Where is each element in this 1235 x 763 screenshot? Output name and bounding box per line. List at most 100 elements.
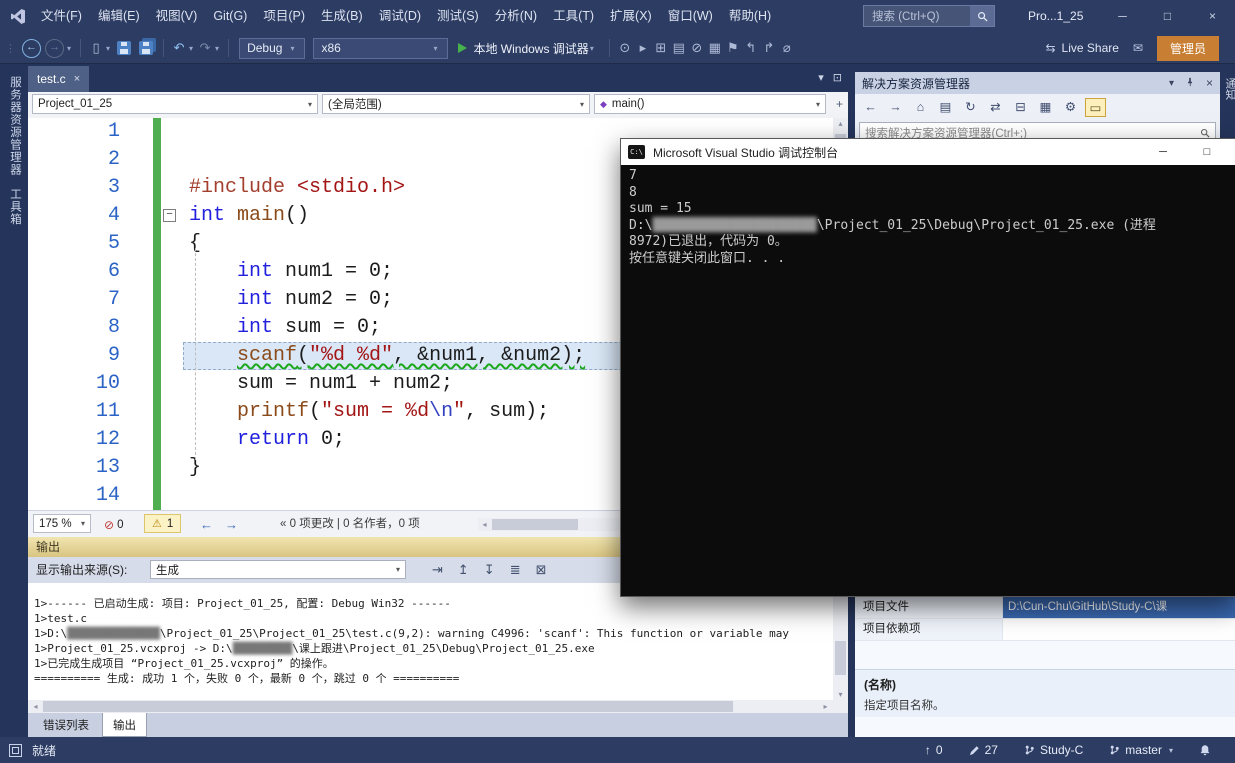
output-source-dropdown[interactable]: 生成 ▾	[150, 560, 406, 579]
breakpoint-margin[interactable]	[120, 398, 153, 426]
breakpoint-margin[interactable]	[120, 454, 153, 482]
breakpoint-margin[interactable]	[120, 230, 153, 258]
line-number[interactable]: 8	[28, 314, 120, 342]
scrollbar-thumb[interactable]	[492, 519, 578, 530]
save-all-icon[interactable]	[139, 41, 153, 55]
refresh-icon[interactable]: ↻	[960, 98, 981, 117]
scroll-down-icon[interactable]: ▾	[833, 690, 848, 699]
breakpoint-margin[interactable]	[120, 202, 153, 230]
menu-item[interactable]: 扩展(X)	[602, 0, 660, 33]
undo-icon[interactable]: ↶	[170, 40, 188, 56]
navigate-back-icon[interactable]: ←	[860, 98, 881, 117]
menu-item[interactable]: 文件(F)	[33, 0, 90, 33]
error-indicator[interactable]: ⊘ 0	[104, 511, 123, 538]
show-all-files-icon[interactable]: ▦	[1035, 98, 1056, 117]
split-editor-icon[interactable]: +	[836, 97, 843, 111]
line-number[interactable]: 11	[28, 398, 120, 426]
scrollbar-thumb[interactable]	[835, 641, 846, 675]
property-row[interactable]: 项目依赖项	[855, 619, 1235, 641]
next-issue-icon[interactable]: →	[225, 517, 238, 532]
line-number[interactable]: 5	[28, 230, 120, 258]
error-list-icon[interactable]: ⊘	[688, 40, 706, 56]
save-icon[interactable]	[117, 41, 131, 55]
pending-push-indicator[interactable]: ↑ 0	[925, 743, 943, 757]
collapse-icon[interactable]: −	[163, 209, 176, 222]
menu-item[interactable]: 项目(P)	[255, 0, 313, 33]
maximize-icon[interactable]: □	[1145, 0, 1190, 33]
toolbar-grip-icon[interactable]: ⋮	[5, 42, 16, 55]
line-number[interactable]: 13	[28, 454, 120, 482]
line-number[interactable]: 12	[28, 426, 120, 454]
breakpoint-margin[interactable]	[120, 286, 153, 314]
line-number[interactable]: 3	[28, 174, 120, 202]
zoom-dropdown[interactable]: 175 % ▾	[33, 514, 91, 533]
line-number[interactable]: 10	[28, 370, 120, 398]
pending-edits-indicator[interactable]: 27	[969, 743, 998, 757]
prev-issue-icon[interactable]: ←	[200, 517, 213, 532]
breakpoint-margin[interactable]	[120, 370, 153, 398]
panel-tab-error-list[interactable]: 错误列表	[33, 713, 99, 737]
panel-tab-output[interactable]: 输出	[102, 713, 147, 737]
output-text[interactable]: 1>------ 已启动生成: 项目: Project_01_25, 配置: D…	[28, 583, 833, 700]
prev-message-icon[interactable]: ↥	[458, 562, 469, 578]
repository-indicator[interactable]: Study-C	[1024, 743, 1083, 757]
admin-badge[interactable]: 管理员	[1157, 36, 1219, 61]
output-horizontal-scrollbar[interactable]: ◂ ▸	[28, 700, 848, 713]
sidebar-tab-toolbox[interactable]: 工具箱	[7, 188, 23, 226]
properties-icon[interactable]: ⚙	[1060, 98, 1081, 117]
project-dropdown[interactable]: Project_01_25 ▾	[32, 94, 318, 114]
menu-item[interactable]: 窗口(W)	[660, 0, 721, 33]
member-dropdown[interactable]: ◆ main() ▾	[594, 94, 826, 114]
branch-indicator[interactable]: master ▾	[1109, 743, 1173, 757]
breakpoint-margin[interactable]	[120, 118, 153, 146]
prev-bookmark-icon[interactable]: ↰	[742, 40, 760, 56]
line-number[interactable]: 14	[28, 482, 120, 510]
next-message-icon[interactable]: ↧	[484, 562, 495, 578]
auto-hide-tab-notifications[interactable]: 通知	[1222, 78, 1235, 100]
line-number[interactable]: 1	[28, 118, 120, 146]
navigation-dropdown-icon[interactable]: ▾	[67, 44, 71, 53]
scope-dropdown[interactable]: (全局范围) ▾	[322, 94, 590, 114]
scroll-right-icon[interactable]: ▸	[819, 700, 832, 713]
menu-item[interactable]: 生成(B)	[313, 0, 371, 33]
float-window-icon[interactable]: ⊡	[833, 71, 842, 84]
navigate-forward-icon[interactable]: →	[45, 39, 64, 58]
close-icon[interactable]: ×	[1190, 0, 1235, 33]
solution-explorer-header[interactable]: 解决方案资源管理器 ▾ ×	[855, 72, 1220, 94]
line-number[interactable]: 6	[28, 258, 120, 286]
minimize-icon[interactable]: ─	[1100, 0, 1145, 33]
redo-icon[interactable]: ↷	[196, 40, 214, 56]
notifications-bell[interactable]	[1199, 744, 1211, 757]
close-icon[interactable]: ×	[1206, 76, 1213, 90]
output-window-icon[interactable]: ▦	[706, 40, 724, 56]
menu-item[interactable]: 测试(S)	[429, 0, 487, 33]
pending-changes-filter-icon[interactable]: ▤	[935, 98, 956, 117]
breakpoint-margin[interactable]	[120, 426, 153, 454]
console-minimize-icon[interactable]: ─	[1141, 139, 1185, 165]
breakpoint-margin[interactable]	[120, 482, 153, 510]
navigate-forward-icon[interactable]: →	[885, 98, 906, 117]
sidebar-tab-server-explorer[interactable]: 服务器资源管理器	[7, 76, 23, 176]
menu-item[interactable]: 编辑(E)	[90, 0, 148, 33]
output-vertical-scrollbar[interactable]: ▴ ▾	[833, 583, 848, 700]
codelens-summary[interactable]: « 0 项更改 | 0 名作者，0 项	[280, 511, 420, 538]
breakpoint-margin[interactable]	[120, 342, 153, 370]
word-wrap-icon[interactable]: ≣	[510, 562, 521, 578]
preview-selected-icon[interactable]: ▭	[1085, 98, 1106, 117]
breakpoint-margin[interactable]	[120, 174, 153, 202]
menu-item[interactable]: 帮助(H)	[721, 0, 779, 33]
pin-icon[interactable]	[1185, 77, 1195, 90]
property-value[interactable]	[1003, 619, 1235, 640]
property-row[interactable]: 项目文件D:\Cun-Chu\GitHub\Study-C\课	[855, 597, 1235, 619]
console-output[interactable]: 78sum = 15D:\█████████████████████\Proje…	[621, 165, 1235, 596]
scroll-left-icon[interactable]: ◂	[478, 518, 491, 531]
breakpoint-margin[interactable]	[120, 146, 153, 174]
clear-all-icon[interactable]: ⊠	[536, 562, 547, 578]
tab-close-icon[interactable]: ×	[74, 73, 80, 85]
scroll-up-icon[interactable]: ▴	[833, 119, 848, 128]
bookmark-icon[interactable]: ⚑	[724, 40, 742, 56]
navigate-backward-icon[interactable]: ←	[22, 39, 41, 58]
menu-item[interactable]: 分析(N)	[487, 0, 545, 33]
undo-dropdown-icon[interactable]: ▾	[189, 44, 193, 53]
line-number[interactable]: 2	[28, 146, 120, 174]
